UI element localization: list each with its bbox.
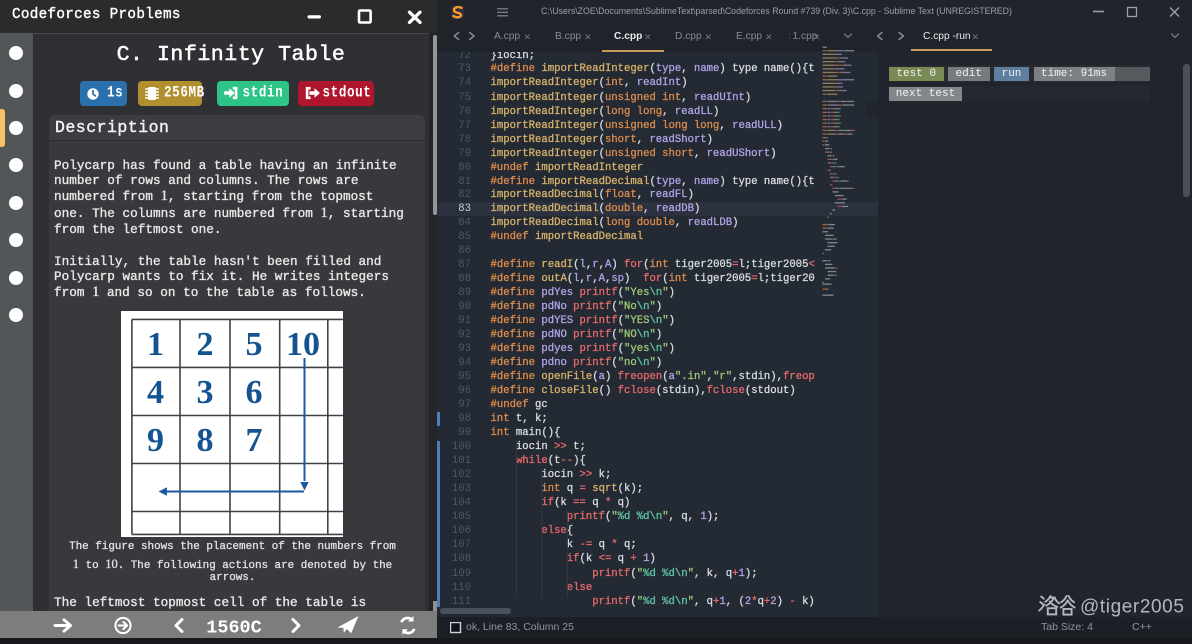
svg-text:1560C: 1560C bbox=[206, 617, 262, 638]
svg-text:8: 8 bbox=[196, 422, 213, 459]
svg-text:3: 3 bbox=[196, 374, 213, 411]
svg-text:10: 10 bbox=[286, 326, 320, 363]
svg-text:2: 2 bbox=[196, 326, 213, 363]
svg-text:4: 4 bbox=[147, 374, 164, 411]
svg-text:6: 6 bbox=[245, 374, 262, 411]
svg-text:5: 5 bbox=[245, 326, 262, 363]
svg-text:7: 7 bbox=[245, 422, 262, 459]
svg-text:9: 9 bbox=[147, 422, 164, 459]
svg-text:1: 1 bbox=[147, 326, 164, 363]
